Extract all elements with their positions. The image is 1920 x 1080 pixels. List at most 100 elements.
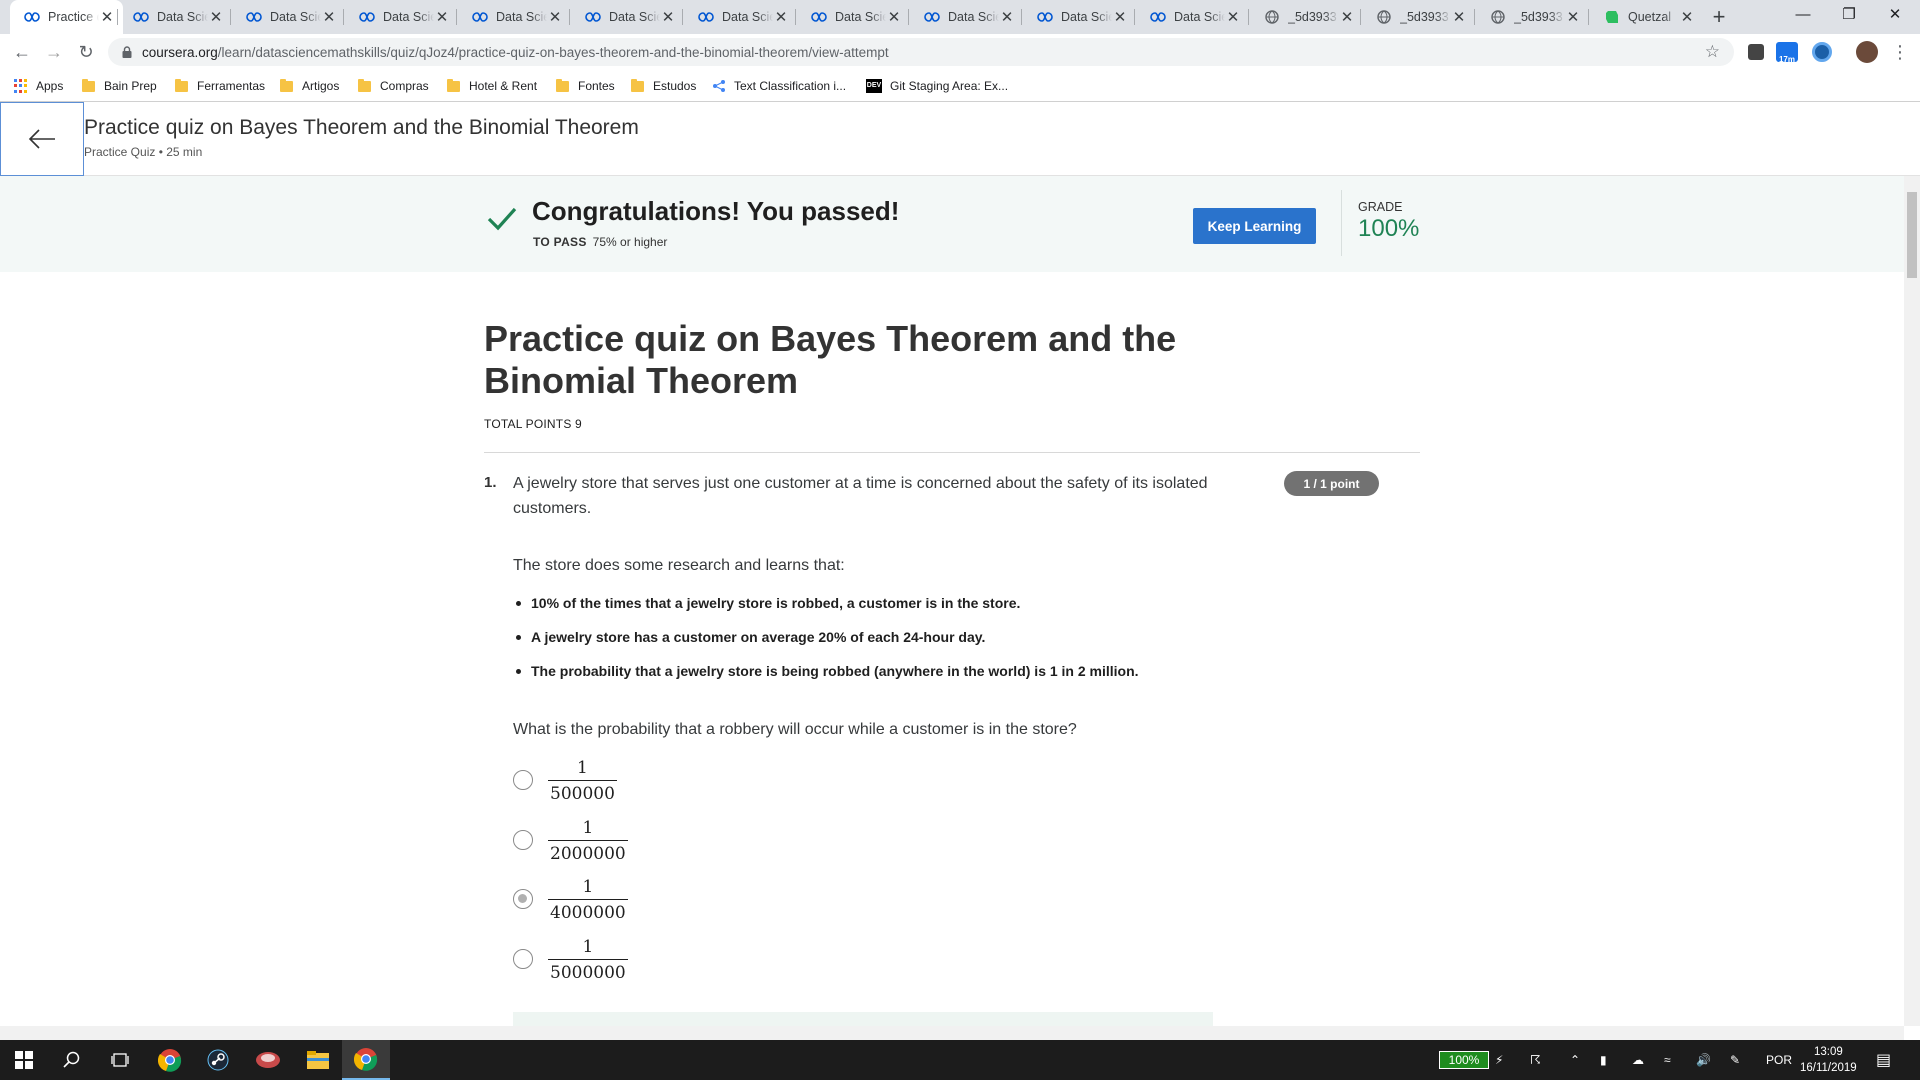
file-explorer-icon[interactable]: [294, 1040, 342, 1080]
extension-circle-icon[interactable]: [1812, 42, 1832, 62]
new-tab-button[interactable]: +: [1706, 4, 1732, 30]
extension-mask-icon[interactable]: [1748, 44, 1764, 60]
tab[interactable]: Data Scie ✕: [119, 0, 232, 34]
notifications-icon[interactable]: ▤: [1876, 1040, 1891, 1080]
answer-option[interactable]: 1 5000000: [513, 937, 713, 997]
scrollbar-thumb[interactable]: [1907, 192, 1917, 278]
tab-close-icon[interactable]: ✕: [1451, 8, 1467, 26]
profile-avatar[interactable]: [1856, 41, 1878, 63]
apps-grid-icon: [14, 79, 28, 93]
globe-icon: [1264, 9, 1280, 25]
back-button[interactable]: [0, 102, 84, 176]
bookmark-folder[interactable]: Estudos: [631, 77, 696, 95]
tab-close-icon[interactable]: ✕: [886, 8, 902, 26]
tab-close-icon[interactable]: ✕: [1112, 8, 1128, 26]
tab[interactable]: Data Scie ✕: [684, 0, 797, 34]
extension-badge: 17m: [1778, 55, 1795, 64]
chrome-active-icon[interactable]: [342, 1040, 390, 1080]
bookmark-folder[interactable]: Ferramentas: [175, 77, 265, 95]
bookmark-star-icon[interactable]: ☆: [1705, 42, 1720, 62]
address-bar[interactable]: coursera.org/learn/datasciencemathskills…: [108, 38, 1734, 66]
tab[interactable]: Data Scie ✕: [345, 0, 458, 34]
horizontal-scrollbar[interactable]: [0, 1026, 1904, 1040]
people-icon[interactable]: ☈: [1530, 1040, 1541, 1080]
power-plug-icon[interactable]: ⚡: [1495, 1040, 1503, 1080]
windows-start-icon[interactable]: [0, 1040, 48, 1080]
bookmark-apps[interactable]: Apps: [14, 77, 63, 95]
bookmark-folder[interactable]: Artigos: [280, 77, 339, 95]
close-window-button[interactable]: ✕: [1872, 0, 1918, 32]
tab-close-icon[interactable]: ✕: [208, 8, 224, 26]
clock[interactable]: 13:09 16/11/2019: [1800, 1044, 1857, 1076]
radio-button-selected[interactable]: [513, 889, 533, 909]
forward-arrow-icon[interactable]: →: [42, 40, 66, 64]
bookmark-folder[interactable]: Hotel & Rent: [447, 77, 537, 95]
search-icon[interactable]: [48, 1040, 96, 1080]
tab-close-icon[interactable]: ✕: [773, 8, 789, 26]
tab[interactable]: _5d3933 ✕: [1476, 0, 1589, 34]
tab[interactable]: Data Scie ✕: [1023, 0, 1136, 34]
reload-icon[interactable]: ↻: [74, 40, 98, 64]
tab-close-icon[interactable]: ✕: [99, 8, 115, 26]
tab[interactable]: Data Scie ✕: [571, 0, 684, 34]
battery-icon[interactable]: ▮: [1600, 1040, 1607, 1080]
tab-close-icon[interactable]: ✕: [547, 8, 563, 26]
tab-close-icon[interactable]: ✕: [999, 8, 1015, 26]
minimize-button[interactable]: —: [1780, 0, 1826, 32]
tab[interactable]: Data Scie ✕: [1136, 0, 1249, 34]
tab-close-icon[interactable]: ✕: [1679, 8, 1695, 26]
radio-button[interactable]: [513, 770, 533, 790]
bookmark-folder[interactable]: Fontes: [556, 77, 615, 95]
radio-button[interactable]: [513, 949, 533, 969]
bookmark-link[interactable]: Text Classification i...: [712, 77, 846, 95]
tray-chevron-up-icon[interactable]: ⌃: [1570, 1040, 1580, 1080]
bookmark-dev[interactable]: DEV Git Staging Area: Ex...: [866, 77, 1008, 95]
bookmark-folder[interactable]: Compras: [358, 77, 429, 95]
tab[interactable]: Quetzal ✕: [1590, 0, 1703, 34]
tab-close-icon[interactable]: ✕: [1225, 8, 1241, 26]
keep-learning-button[interactable]: Keep Learning: [1193, 208, 1316, 244]
tab-close-icon[interactable]: ✕: [321, 8, 337, 26]
language-indicator[interactable]: POR: [1766, 1040, 1792, 1080]
bookmark-label: Hotel & Rent: [469, 79, 538, 93]
folder-icon: [447, 78, 460, 92]
vertical-scrollbar[interactable]: [1904, 176, 1920, 1026]
points-badge: 1 / 1 point: [1284, 471, 1379, 496]
tab-close-icon[interactable]: ✕: [1565, 8, 1581, 26]
restore-button[interactable]: ❐: [1826, 0, 1872, 32]
tab[interactable]: _5d3933 ✕: [1362, 0, 1475, 34]
tab-title: Data Scie: [835, 10, 886, 24]
steam-icon[interactable]: [194, 1040, 242, 1080]
menu-dots-icon[interactable]: ⋮: [1888, 40, 1912, 64]
chrome-icon[interactable]: [146, 1040, 194, 1080]
tab[interactable]: _5d3933 ✕: [1250, 0, 1363, 34]
tab-close-icon[interactable]: ✕: [434, 8, 450, 26]
onedrive-cloud-icon[interactable]: ☁: [1632, 1040, 1644, 1080]
tab[interactable]: Data Scie ✕: [797, 0, 910, 34]
tab-close-icon[interactable]: ✕: [660, 8, 676, 26]
answer-option[interactable]: 1 2000000: [513, 818, 713, 878]
answer-option-selected[interactable]: 1 4000000: [513, 877, 713, 937]
bookmark-folder[interactable]: Bain Prep: [82, 77, 157, 95]
answer-option[interactable]: 1 500000: [513, 758, 713, 818]
pen-icon[interactable]: ✎: [1730, 1040, 1740, 1080]
game-launcher-icon[interactable]: [244, 1040, 292, 1080]
taskbar: 100% ⚡ ☈ ⌃ ▮ ☁ ≈ 🔊 ✎ POR 13:09 16/11/201…: [0, 1040, 1920, 1080]
radio-button[interactable]: [513, 830, 533, 850]
wifi-icon[interactable]: ≈: [1664, 1040, 1671, 1080]
task-view-icon[interactable]: [96, 1040, 144, 1080]
tab-close-icon[interactable]: ✕: [1339, 8, 1355, 26]
back-arrow-icon[interactable]: ←: [10, 40, 34, 64]
tab-active[interactable]: Practice q ✕: [10, 0, 123, 34]
tab-separator: [230, 9, 231, 25]
tab[interactable]: Data Scie ✕: [232, 0, 345, 34]
extension-timer-icon[interactable]: 17m: [1776, 42, 1798, 64]
tab-title: _5d3933: [1514, 10, 1563, 24]
folder-icon: [280, 78, 293, 92]
denominator: 4000000: [548, 899, 628, 925]
list-item: A jewelry store has a customer on averag…: [513, 625, 1139, 659]
battery-percentage[interactable]: 100%: [1439, 1051, 1489, 1069]
tab[interactable]: Data Scie ✕: [910, 0, 1023, 34]
volume-icon[interactable]: 🔊: [1696, 1040, 1711, 1080]
tab[interactable]: Data Scie ✕: [458, 0, 571, 34]
